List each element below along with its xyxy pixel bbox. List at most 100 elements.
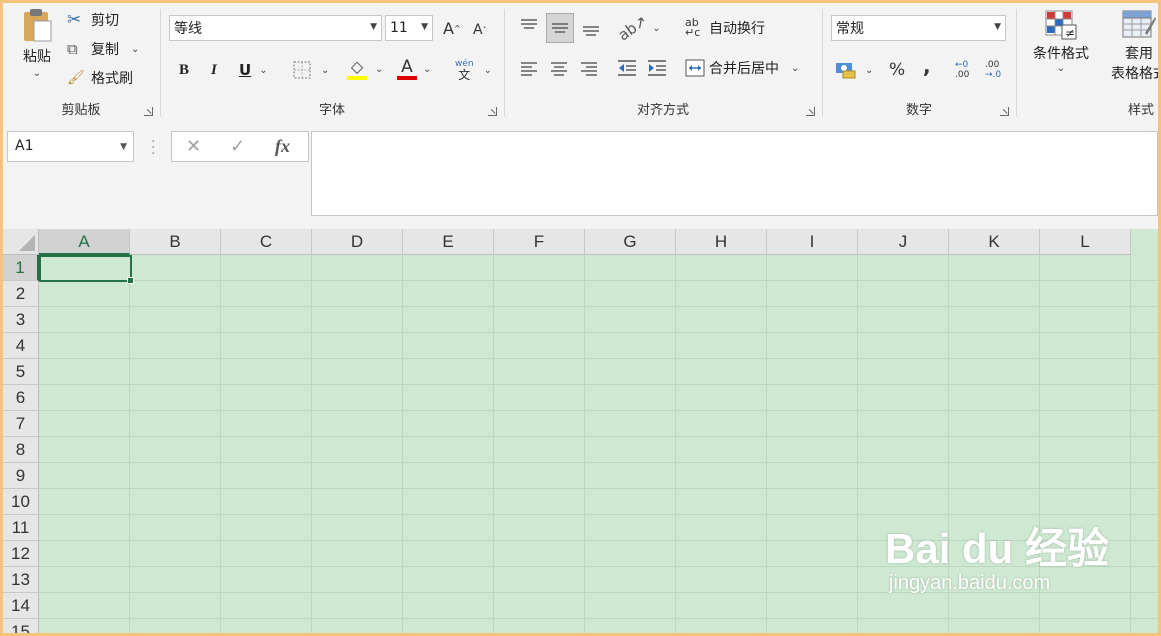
row-header-12[interactable]: 12 — [3, 541, 39, 567]
format-as-table-button[interactable]: 套用 表格格式 — [1109, 9, 1161, 89]
row-header-7[interactable]: 7 — [3, 411, 39, 437]
paste-button[interactable]: 粘贴 ⌄ — [15, 7, 59, 87]
inc-decimal-bottom: .00 — [955, 70, 970, 80]
column-header-i[interactable]: I — [767, 229, 858, 255]
row-header-13[interactable]: 13 — [3, 567, 39, 593]
align-bottom-button[interactable] — [579, 15, 603, 41]
merge-center-label: 合并后居中 — [709, 61, 779, 77]
align-center-button[interactable] — [547, 55, 571, 81]
increase-indent-button[interactable] — [645, 55, 669, 81]
splitter-handle[interactable]: · · · — [151, 135, 155, 161]
number-format-select[interactable]: 常规 ▼ — [831, 15, 1006, 41]
chevron-down-icon: ⌄ — [131, 43, 140, 55]
dialog-launcher-icon[interactable] — [488, 107, 497, 116]
font-color-label: A — [401, 57, 413, 77]
column-header-c[interactable]: C — [221, 229, 312, 255]
conditional-format-button[interactable]: ≠ 条件格式 ⌄ — [1025, 9, 1097, 89]
format-painter-label: 格式刷 — [91, 71, 133, 87]
paste-icon — [24, 9, 52, 42]
paste-label: 粘贴 — [23, 49, 51, 65]
row-header-5[interactable]: 5 — [3, 359, 39, 385]
enter-icon[interactable]: ✓ — [230, 136, 245, 157]
increase-decimal-button[interactable]: ←0 .00 — [955, 57, 969, 83]
grow-font-button[interactable]: A ^ — [443, 17, 461, 39]
italic-button[interactable]: I — [211, 59, 217, 81]
row-header-9[interactable]: 9 — [3, 463, 39, 489]
row-header-15[interactable]: 15 — [3, 619, 39, 633]
column-header-b[interactable]: B — [130, 229, 221, 255]
cut-button[interactable]: ✂ 剪切 — [67, 9, 119, 31]
font-name-value: 等线 — [174, 21, 202, 37]
align-top-button[interactable] — [517, 13, 541, 39]
comma-style-button[interactable]: , — [923, 54, 931, 78]
column-header-h[interactable]: H — [676, 229, 767, 255]
copy-button[interactable]: ⧉ 复制 ⌄ — [67, 38, 139, 60]
border-button[interactable]: ⌄ — [293, 59, 329, 81]
column-header-g[interactable]: G — [585, 229, 676, 255]
accounting-format-button[interactable]: ⌄ — [835, 57, 873, 83]
formula-tools: ✕ ✓ fx — [171, 131, 309, 162]
align-right-button[interactable] — [577, 55, 601, 81]
chevron-down-icon: ⌄ — [865, 64, 874, 76]
underline-label: U — [239, 61, 252, 79]
phonetic-button[interactable]: wén 文 ⌄ — [455, 57, 492, 83]
column-header-e[interactable]: E — [403, 229, 494, 255]
increase-indent-icon — [648, 60, 666, 76]
row-header-8[interactable]: 8 — [3, 437, 39, 463]
italic-label: I — [211, 61, 217, 78]
wrap-text-label: 自动换行 — [709, 21, 765, 37]
column-header-d[interactable]: D — [312, 229, 403, 255]
font-size-select[interactable]: 11 ▼ — [385, 15, 433, 41]
caret-down-small-icon: ˇ — [482, 25, 487, 35]
comma-label: , — [923, 54, 931, 78]
copy-label: 复制 — [91, 42, 119, 58]
dec-decimal-top: .00 — [985, 60, 1000, 70]
dialog-launcher-icon[interactable] — [1000, 107, 1009, 116]
name-box[interactable]: A1 ▼ — [7, 131, 134, 162]
column-header-l[interactable]: L — [1040, 229, 1131, 255]
formula-input[interactable] — [311, 131, 1158, 216]
percent-button[interactable]: % — [889, 59, 905, 81]
font-name-select[interactable]: 等线 ▼ — [169, 15, 382, 41]
wrap-text-button[interactable]: ab ↵c 自动换行 — [685, 15, 765, 41]
format-painter-button[interactable]: 🖌 格式刷 — [67, 67, 133, 89]
row-header-6[interactable]: 6 — [3, 385, 39, 411]
inc-decimal-top: ←0 — [955, 60, 969, 70]
orientation-button[interactable]: ab↗ ⌄ — [615, 12, 661, 45]
format-as-table-label-1: 套用 — [1125, 46, 1153, 62]
decrease-indent-button[interactable] — [615, 55, 639, 81]
caret-up-icon: ^ — [453, 23, 461, 33]
copy-icon: ⧉ — [67, 40, 78, 58]
row-header-2[interactable]: 2 — [3, 281, 39, 307]
dialog-launcher-icon[interactable] — [806, 107, 815, 116]
column-header-k[interactable]: K — [949, 229, 1040, 255]
column-header-a[interactable]: A — [39, 229, 130, 255]
row-header-14[interactable]: 14 — [3, 593, 39, 619]
column-header-f[interactable]: F — [494, 229, 585, 255]
column-header-j[interactable]: J — [858, 229, 949, 255]
percent-label: % — [889, 60, 906, 80]
dropdown-arrow-icon: ▼ — [421, 22, 428, 32]
row-header-1[interactable]: 1 — [3, 255, 39, 281]
align-middle-button[interactable] — [546, 13, 574, 43]
row-header-10[interactable]: 10 — [3, 489, 39, 515]
styles-group: ≠ 条件格式 ⌄ 套用 表格格式 样式 — [1017, 3, 1161, 121]
dialog-launcher-icon[interactable] — [144, 107, 153, 116]
dropdown-arrow-icon: ▼ — [994, 22, 1001, 32]
fill-color-button[interactable]: ◇ ⌄ — [347, 55, 383, 83]
cut-label: 剪切 — [91, 13, 119, 29]
row-header-4[interactable]: 4 — [3, 333, 39, 359]
underline-button[interactable]: U ⌄ — [239, 59, 268, 81]
cancel-icon[interactable]: ✕ — [186, 136, 201, 157]
font-color-button[interactable]: A ⌄ — [397, 55, 431, 83]
bold-button[interactable]: B — [179, 59, 189, 81]
decrease-decimal-button[interactable]: .00 →.0 — [985, 57, 1001, 83]
row-header-3[interactable]: 3 — [3, 307, 39, 333]
row-header-11[interactable]: 11 — [3, 515, 39, 541]
selected-cell[interactable] — [39, 255, 134, 284]
insert-function-button[interactable]: fx — [275, 136, 290, 157]
shrink-font-button[interactable]: Aˇ — [473, 19, 487, 41]
align-left-button[interactable] — [517, 55, 541, 81]
merge-center-button[interactable]: 合并后居中 ⌄ — [685, 55, 799, 81]
select-all-button[interactable] — [3, 229, 39, 255]
